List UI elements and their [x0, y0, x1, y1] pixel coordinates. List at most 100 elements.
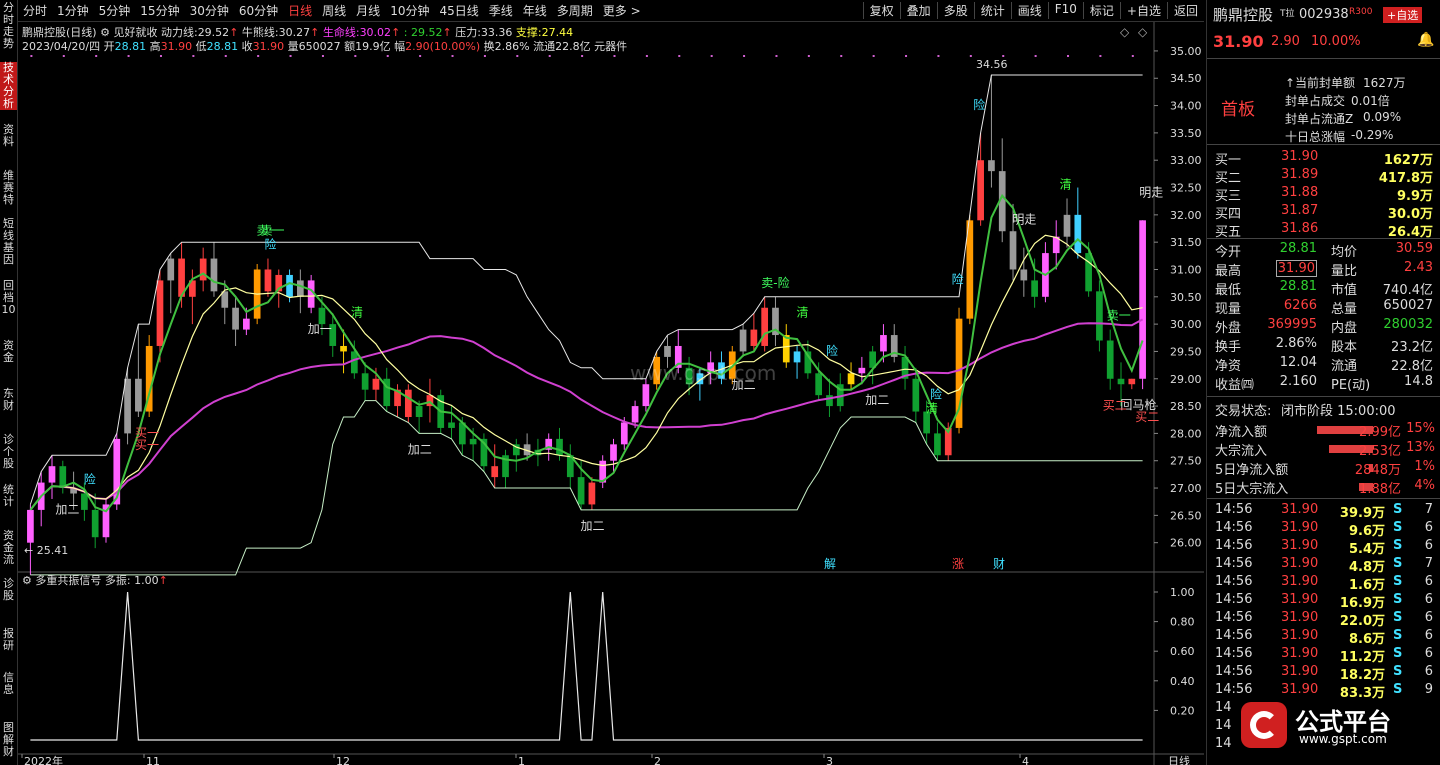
- candle-body[interactable]: [1020, 269, 1028, 281]
- toolbar-action-0[interactable]: 复权: [862, 2, 900, 19]
- candle-body[interactable]: [761, 307, 769, 346]
- candle-body[interactable]: [880, 335, 887, 352]
- period-tab-12[interactable]: 年线: [518, 2, 552, 19]
- order-book-row[interactable]: 买二 31.89 417.8万: [1207, 167, 1440, 186]
- diamond-icon[interactable]: ◇: [1138, 25, 1148, 39]
- left-tab-8[interactable]: 诊个股: [0, 434, 17, 470]
- left-tab-12[interactable]: 报研: [0, 628, 17, 652]
- left-tab-10[interactable]: 资金流: [0, 530, 17, 566]
- sub-title[interactable]: 多重共振信号: [35, 574, 101, 587]
- candle-body[interactable]: [210, 258, 218, 292]
- left-tab-3[interactable]: 维赛特: [0, 170, 17, 206]
- candle-body[interactable]: [620, 422, 628, 445]
- candle-body[interactable]: [372, 378, 380, 390]
- candle-body[interactable]: [27, 509, 34, 543]
- toolbar-action-4[interactable]: 画线: [1010, 2, 1048, 19]
- period-tab-8[interactable]: 月线: [351, 2, 385, 19]
- candle-body[interactable]: [815, 373, 823, 396]
- candle-body[interactable]: [988, 160, 995, 172]
- toolbar-action-3[interactable]: 统计: [973, 2, 1011, 19]
- period-tab-3[interactable]: 15分钟: [135, 2, 184, 19]
- candle-body[interactable]: [739, 329, 747, 352]
- event-marker[interactable]: 解: [824, 557, 836, 571]
- candle-body[interactable]: [847, 373, 855, 385]
- candle-body[interactable]: [404, 389, 412, 418]
- candle-body[interactable]: [81, 493, 88, 510]
- order-book-row[interactable]: 买三 31.88 9.9万: [1207, 185, 1440, 204]
- candle-body[interactable]: [156, 280, 164, 346]
- toolbar-action-8[interactable]: 返回: [1166, 2, 1204, 19]
- period-tab-2[interactable]: 5分钟: [94, 2, 136, 19]
- candle-body[interactable]: [124, 378, 131, 434]
- period-tab-11[interactable]: 季线: [484, 2, 518, 19]
- candle-body[interactable]: [977, 160, 984, 221]
- candle-body[interactable]: [1128, 378, 1136, 385]
- period-tab-1[interactable]: 1分钟: [52, 2, 94, 19]
- order-book-row[interactable]: 买四 31.87 30.0万: [1207, 203, 1440, 222]
- candle-body[interactable]: [1074, 214, 1082, 254]
- toolbar-action-1[interactable]: 叠加: [899, 2, 937, 19]
- sub-settings-icon[interactable]: ⚙: [22, 574, 32, 587]
- event-marker[interactable]: 涨: [952, 556, 964, 571]
- candle-body[interactable]: [750, 329, 758, 346]
- add-watchlist-button[interactable]: +自选: [1383, 7, 1423, 23]
- toolbar-action-5[interactable]: F10: [1047, 2, 1083, 19]
- candle-body[interactable]: [415, 406, 423, 418]
- candle-body[interactable]: [361, 373, 369, 390]
- period-tab-10[interactable]: 45日线: [434, 2, 483, 19]
- candle-body[interactable]: [631, 406, 639, 423]
- candle-body[interactable]: [297, 280, 304, 297]
- candle-body[interactable]: [556, 438, 563, 456]
- candle-body[interactable]: [793, 351, 801, 363]
- candle-body[interactable]: [664, 345, 671, 357]
- left-tab-13[interactable]: 信息: [0, 672, 17, 696]
- candle-body[interactable]: [1085, 253, 1092, 292]
- candle-body[interactable]: [448, 422, 455, 428]
- period-tab-4[interactable]: 30分钟: [185, 2, 234, 19]
- candle-body[interactable]: [199, 258, 207, 281]
- period-tab-5[interactable]: 60分钟: [234, 2, 283, 19]
- left-tab-0[interactable]: 分时走势: [0, 2, 17, 50]
- order-book-row[interactable]: 买五 31.86 26.4万: [1207, 221, 1440, 240]
- candle-body[interactable]: [610, 444, 617, 461]
- left-tab-2[interactable]: 资料: [0, 124, 17, 148]
- left-tab-6[interactable]: 资金: [0, 340, 17, 364]
- diamond-icon[interactable]: ◇: [1120, 25, 1130, 39]
- left-tab-5[interactable]: 回档10: [0, 280, 17, 316]
- left-tab-7[interactable]: 东财: [0, 388, 17, 412]
- candle-body[interactable]: [782, 335, 790, 363]
- bell-icon[interactable]: 🔔: [1417, 32, 1434, 48]
- candle-body[interactable]: [135, 378, 142, 412]
- period-tab-13[interactable]: 多周期: [552, 2, 598, 19]
- candle-body[interactable]: [934, 433, 941, 456]
- candle-body[interactable]: [469, 438, 477, 445]
- toolbar-action-2[interactable]: 多股: [936, 2, 974, 19]
- candle-body[interactable]: [1031, 280, 1038, 297]
- period-tab-0[interactable]: 分时: [18, 2, 52, 19]
- event-marker[interactable]: 财: [993, 557, 1005, 571]
- period-tab-9[interactable]: 10分钟: [385, 2, 434, 19]
- period-tab-14[interactable]: 更多 >: [598, 2, 646, 19]
- candle-body[interactable]: [577, 477, 585, 505]
- candle-body[interactable]: [1063, 214, 1071, 237]
- left-tab-14[interactable]: 图解财: [0, 722, 17, 758]
- candle-body[interactable]: [1117, 378, 1125, 385]
- candle-body[interactable]: [826, 395, 833, 407]
- toolbar-action-6[interactable]: 标记: [1082, 2, 1120, 19]
- candle-body[interactable]: [91, 509, 99, 538]
- left-tab-4[interactable]: 短线基因: [0, 218, 17, 266]
- candle-body[interactable]: [264, 269, 272, 292]
- candle-body[interactable]: [350, 351, 358, 374]
- candle-body[interactable]: [243, 318, 250, 330]
- order-book-row[interactable]: 买一 31.90 1627万: [1207, 149, 1440, 168]
- kline-chart[interactable]: 35.00 34.50 34.00 33.50 33.00 32.50 32.00 31.50…: [18, 22, 1204, 765]
- candle-body[interactable]: [588, 482, 596, 505]
- candle-body[interactable]: [167, 258, 175, 281]
- left-tab-9[interactable]: 统计: [0, 484, 17, 508]
- candle-body[interactable]: [1096, 291, 1103, 341]
- candle-body[interactable]: [1106, 340, 1114, 379]
- toolbar-action-7[interactable]: +自选: [1119, 2, 1167, 19]
- candle-body[interactable]: [232, 307, 239, 330]
- period-tab-7[interactable]: 周线: [317, 2, 351, 19]
- left-tab-1[interactable]: 技术分析: [0, 62, 17, 110]
